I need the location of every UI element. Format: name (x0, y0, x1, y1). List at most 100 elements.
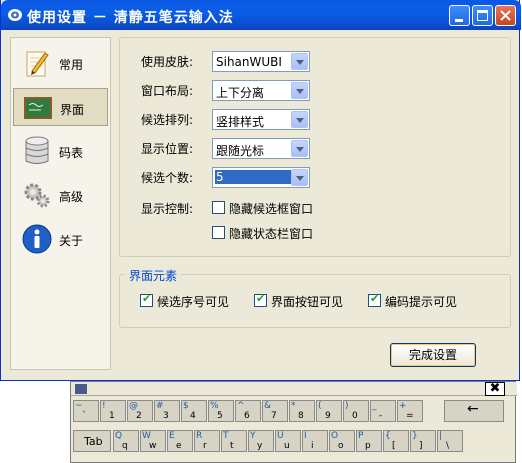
show-serial-label: 候选序号可见 (157, 295, 230, 309)
key[interactable]: Oo (329, 430, 355, 452)
key-label: 1 (109, 411, 115, 421)
key-shift-label: I (304, 431, 307, 441)
key[interactable]: ~ ` (73, 400, 99, 422)
key[interactable]: Rr (194, 430, 220, 452)
hide-candidate-checkbox[interactable] (212, 201, 225, 214)
key-label: 6 (244, 411, 250, 421)
chevron-down-icon[interactable] (291, 169, 308, 186)
key[interactable]: ^ 6 (235, 400, 261, 422)
close-button[interactable] (495, 5, 516, 26)
key[interactable]: & 7 (262, 400, 288, 422)
key-shift-label: @ (129, 401, 138, 411)
key[interactable]: Ee (167, 430, 193, 452)
maximize-button[interactable] (472, 5, 493, 26)
key-label: 8 (298, 411, 304, 421)
key-shift-label: ^ (237, 401, 245, 411)
key-label: t (230, 441, 234, 451)
chalkboard-icon (24, 97, 52, 119)
key-shift-label: P (358, 431, 364, 441)
key[interactable]: $4 (181, 400, 207, 422)
key[interactable]: ) 0 (343, 400, 369, 422)
arrange-select[interactable]: 竖排样式 (212, 109, 310, 130)
key-label: y (257, 441, 263, 451)
chevron-down-icon[interactable] (291, 111, 308, 128)
key-shift-label: Q (115, 431, 123, 441)
keyboard-bar[interactable]: ✖ (71, 382, 517, 396)
skin-select[interactable]: SihanWUBI (212, 51, 310, 72)
key[interactable]: + = (397, 400, 423, 422)
key-shift-label: * (291, 401, 296, 411)
count-label: 候选个数: (141, 171, 194, 185)
key[interactable]: Yy (248, 430, 274, 452)
key-label: 5 (217, 411, 223, 421)
key[interactable]: % 5 (208, 400, 234, 422)
key[interactable]: #3 (154, 400, 180, 422)
layout-label: 窗口布局: (141, 84, 194, 98)
key-label: 4 (190, 411, 196, 421)
count-value: 5 (215, 170, 291, 184)
keyboard-close-button[interactable]: ✖ (485, 382, 505, 396)
database-icon (25, 136, 49, 164)
info-icon (22, 224, 52, 254)
nav-item-general[interactable]: 常用 (13, 44, 108, 82)
key[interactable]: Tt (221, 430, 247, 452)
key[interactable]: Qq (113, 430, 139, 452)
key[interactable]: Ii (302, 430, 328, 452)
key-shift-label: ! (102, 401, 106, 411)
key[interactable]: * 8 (289, 400, 315, 422)
key[interactable]: Pp (356, 430, 382, 452)
nav-item-codetable[interactable]: 码表 (13, 132, 108, 170)
key[interactable]: {[ (383, 430, 409, 452)
minimize-button[interactable] (449, 5, 470, 26)
key-label: 2 (136, 411, 142, 421)
count-select[interactable]: 5 (212, 167, 310, 188)
key[interactable]: (9 (316, 400, 342, 422)
key-label: o (338, 441, 344, 451)
nav-item-interface[interactable]: 界面 (13, 88, 108, 126)
key-shift-label: R (196, 431, 203, 441)
settings-window: 使用设置 － 清静五笔云输入法 常用 界面 码表 高级 关于 使用皮肤: Sih… (0, 0, 521, 381)
hide-status-checkbox[interactable] (212, 226, 225, 239)
show-hint-checkbox[interactable] (368, 292, 381, 307)
position-label: 显示位置: (141, 142, 194, 156)
finish-settings-button[interactable]: 完成设置 (390, 343, 476, 367)
nav-item-advanced[interactable]: 高级 (13, 176, 108, 214)
chevron-down-icon[interactable] (291, 53, 308, 70)
show-serial-checkbox[interactable] (140, 292, 153, 307)
key-label: r (203, 441, 207, 451)
key-shift-label: ) (345, 401, 349, 411)
keyboard-icon (75, 384, 87, 394)
key[interactable]: @2 (127, 400, 153, 422)
nav-label: 码表 (59, 146, 84, 160)
position-select[interactable]: 跟随光标 (212, 138, 310, 159)
key-shift-label: { (385, 431, 391, 441)
key[interactable]: Ww (140, 430, 166, 452)
key[interactable]: Uu (275, 430, 301, 452)
nav-item-about[interactable]: 关于 (13, 220, 108, 258)
key-label: \ (446, 441, 450, 451)
control-label: 显示控制: (141, 202, 194, 216)
close-icon (500, 10, 511, 21)
chevron-down-icon[interactable] (291, 82, 308, 99)
key-shift-label: + (399, 401, 407, 411)
chevron-down-icon[interactable] (291, 140, 308, 157)
key-shift-label: ( (318, 401, 322, 411)
key-shift-label: U (277, 431, 284, 441)
layout-select[interactable]: 上下分离 (212, 80, 310, 101)
nav-panel: 常用 界面 码表 高级 关于 (10, 37, 111, 370)
key-label: q (122, 441, 128, 451)
key-shift-label: % (210, 401, 219, 411)
key[interactable]: _ - (370, 400, 396, 422)
key-tab[interactable]: Tab (73, 430, 111, 452)
key[interactable]: ! 1 (100, 400, 126, 422)
key[interactable]: | \ (437, 430, 463, 452)
show-hint-label: 编码提示可见 (385, 295, 458, 309)
tab-label: Tab (84, 435, 103, 448)
title-bar[interactable]: 使用设置 － 清静五笔云输入法 (1, 0, 521, 30)
key[interactable]: }] (410, 430, 436, 452)
key-label: = (406, 411, 414, 421)
key-backspace[interactable]: ← (444, 400, 504, 422)
key-label: - (379, 411, 383, 421)
show-buttons-checkbox[interactable] (254, 292, 267, 307)
position-value: 跟随光标 (216, 144, 265, 158)
